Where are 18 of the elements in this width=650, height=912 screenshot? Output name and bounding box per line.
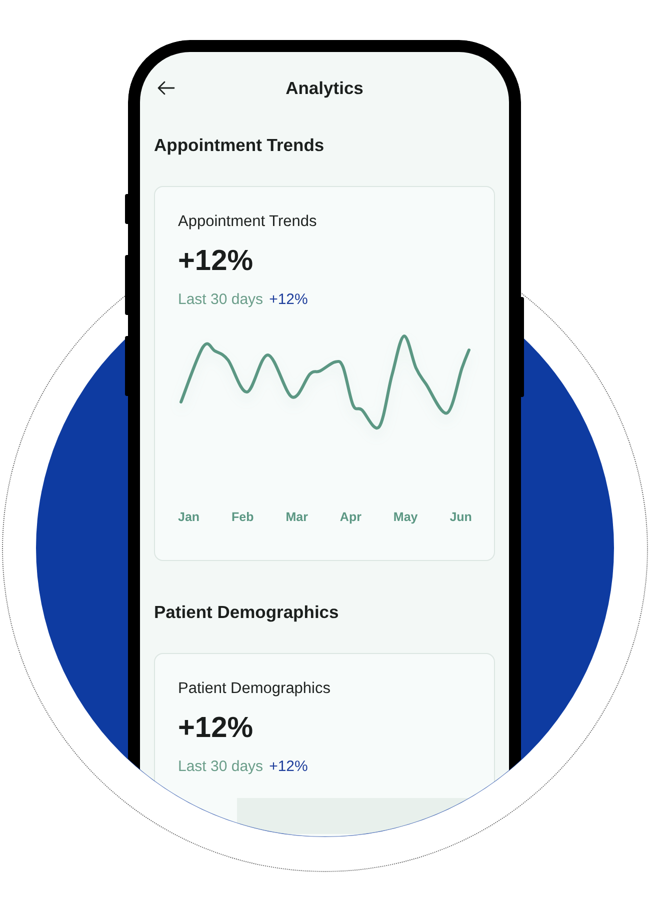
- section-heading: Patient Demographics: [154, 601, 340, 624]
- month-label: Jan: [178, 509, 200, 526]
- change-text: +12%: [269, 757, 308, 777]
- stat-value: +12%: [178, 711, 254, 746]
- back-arrow-icon[interactable]: [157, 81, 175, 95]
- page-title: Analytics: [286, 77, 364, 99]
- card-title: Patient Demographics: [178, 679, 332, 699]
- period-text: Last 30 days: [178, 290, 264, 310]
- change-text: +12%: [269, 290, 308, 310]
- section-heading: Appointment Trends: [154, 134, 326, 157]
- month-label: Feb: [232, 509, 254, 526]
- period-text: Last 30 days: [178, 757, 264, 777]
- month-label: May: [393, 509, 418, 526]
- month-label: Jun: [450, 509, 472, 526]
- month-label: Apr: [340, 509, 362, 526]
- stat-value: +12%: [178, 244, 254, 279]
- card-title: Appointment Trends: [178, 212, 318, 232]
- month-label: Mar: [286, 509, 308, 526]
